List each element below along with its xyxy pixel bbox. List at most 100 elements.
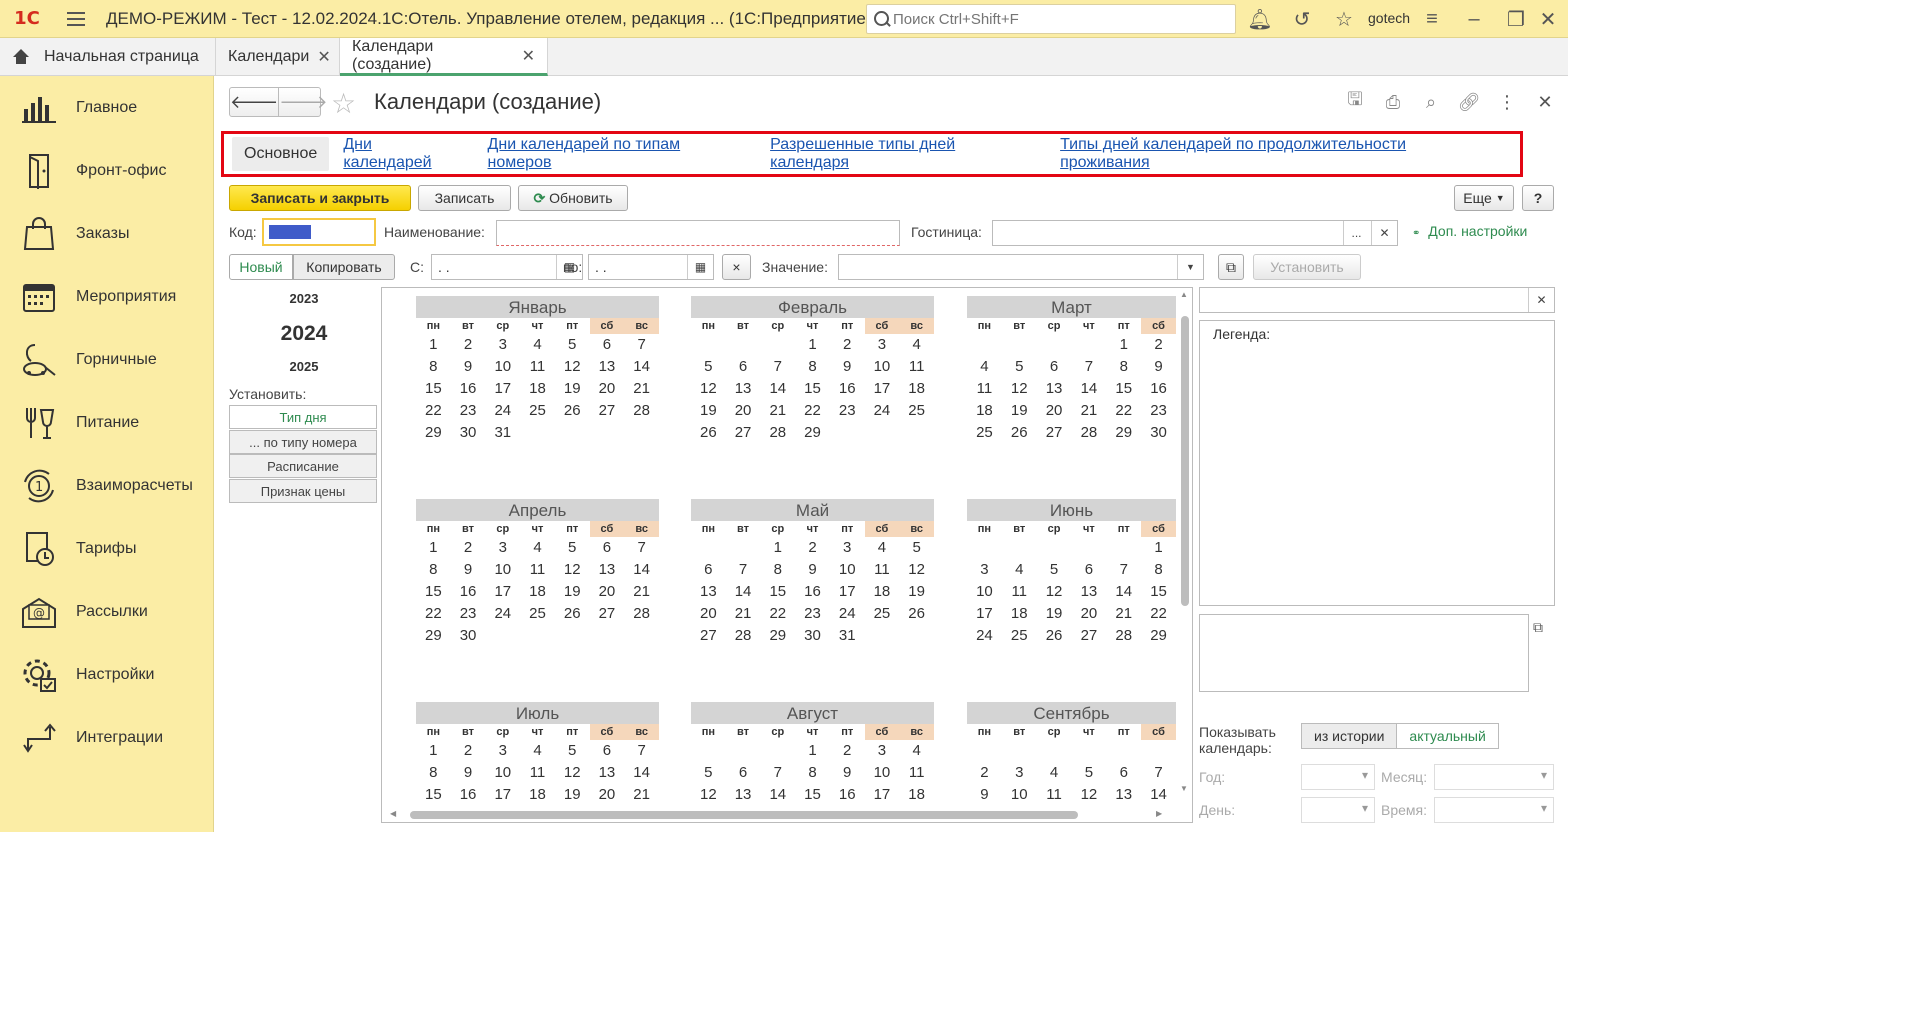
day-cell[interactable]: 14 [1106,581,1141,603]
day-cell[interactable]: 18 [967,400,1002,422]
tab-calendar-days[interactable]: Дни календарей [343,136,463,172]
day-cell[interactable]: 5 [691,762,726,784]
day-cell[interactable]: 21 [1071,400,1106,422]
history-icon[interactable]: ↺ [1282,0,1322,38]
day-cell[interactable]: 2 [830,334,865,356]
day-cell[interactable]: 23 [451,603,486,625]
set-price-flag-button[interactable]: Признак цены [229,479,377,503]
day-select[interactable] [1301,797,1375,823]
clear-dates-button[interactable]: × [722,254,751,280]
select-ellipsis-button[interactable]: ... [1343,221,1369,245]
horizontal-scrollbar[interactable]: ◀ ▶ [382,808,1178,822]
refresh-button[interactable]: ⟳ Обновить [518,185,628,211]
day-cell[interactable]: 30 [451,422,486,444]
day-cell[interactable]: 27 [691,625,726,647]
day-cell[interactable]: 4 [865,537,900,559]
day-cell[interactable]: 17 [485,378,520,400]
sidebar-item-settings[interactable]: Настройки [0,643,213,706]
day-cell[interactable]: 26 [691,422,726,444]
day-cell[interactable]: 26 [899,603,934,625]
day-cell[interactable]: 9 [830,762,865,784]
day-cell[interactable]: 10 [485,356,520,378]
sidebar-item-settlements[interactable]: 1 Взаиморасчеты [0,454,213,517]
day-cell[interactable]: 12 [555,762,590,784]
day-cell[interactable]: 18 [520,378,555,400]
save-disk-icon[interactable]: 🖫 [1344,89,1366,113]
day-cell[interactable]: 25 [967,422,1002,444]
legend-filter-field[interactable]: ✕ [1199,287,1555,313]
day-cell[interactable]: 10 [485,762,520,784]
day-cell[interactable]: 24 [485,603,520,625]
day-cell[interactable]: 5 [555,334,590,356]
day-cell[interactable]: 22 [795,400,830,422]
favorites-star-icon[interactable]: ☆ [1324,0,1364,38]
calendar-picker-icon[interactable]: ▦ [687,255,713,279]
day-cell[interactable]: 11 [520,559,555,581]
search-input[interactable] [893,10,1223,28]
day-cell[interactable]: 20 [691,603,726,625]
day-cell[interactable]: 1 [416,740,451,762]
sidebar-item-housekeeping[interactable]: Горничные [0,328,213,391]
day-cell[interactable]: 25 [1002,625,1037,647]
set-by-room-type-button[interactable]: ... по типу номера [229,430,377,454]
favorite-star-icon[interactable]: ☆ [331,87,356,120]
day-cell[interactable]: 1 [760,537,795,559]
day-cell[interactable]: 25 [520,603,555,625]
clear-icon[interactable]: ✕ [1371,221,1397,245]
day-cell[interactable]: 29 [1106,422,1141,444]
day-cell[interactable]: 22 [1106,400,1141,422]
day-cell[interactable]: 22 [1141,603,1176,625]
day-cell[interactable]: 14 [760,784,795,806]
day-cell[interactable]: 9 [967,784,1002,806]
form-close-icon[interactable]: ✕ [1534,91,1556,113]
day-cell[interactable]: 22 [416,400,451,422]
day-cell[interactable]: 4 [520,537,555,559]
day-cell[interactable]: 29 [760,625,795,647]
day-cell[interactable]: 29 [795,422,830,444]
day-cell[interactable]: 27 [1037,422,1072,444]
day-cell[interactable]: 22 [760,603,795,625]
day-cell[interactable]: 6 [691,559,726,581]
day-cell[interactable]: 15 [416,581,451,603]
day-cell[interactable]: 1 [1141,537,1176,559]
tab-home[interactable]: Начальная страница [0,38,216,76]
day-cell[interactable]: 13 [1071,581,1106,603]
day-cell[interactable]: 20 [1071,603,1106,625]
day-cell[interactable]: 28 [726,625,761,647]
day-cell[interactable]: 2 [967,762,1002,784]
day-cell[interactable]: 16 [830,784,865,806]
day-cell[interactable]: 11 [1037,784,1072,806]
day-cell[interactable]: 9 [451,762,486,784]
day-cell[interactable]: 8 [1141,559,1176,581]
day-cell[interactable]: 14 [1141,784,1176,806]
day-cell[interactable]: 17 [865,378,900,400]
day-cell[interactable]: 8 [416,356,451,378]
help-button[interactable]: ? [1522,185,1554,211]
day-cell[interactable]: 8 [795,762,830,784]
day-cell[interactable]: 10 [967,581,1002,603]
main-menu-button[interactable] [54,0,98,38]
day-cell[interactable]: 4 [1002,559,1037,581]
day-cell[interactable]: 7 [624,740,659,762]
day-cell[interactable]: 9 [451,559,486,581]
day-cell[interactable]: 13 [590,559,625,581]
month-select[interactable] [1434,764,1554,790]
day-cell[interactable]: 14 [726,581,761,603]
day-cell[interactable]: 14 [760,378,795,400]
day-cell[interactable]: 26 [555,400,590,422]
day-cell[interactable]: 1 [1106,334,1141,356]
day-cell[interactable]: 7 [726,559,761,581]
day-cell[interactable]: 5 [555,740,590,762]
day-cell[interactable]: 31 [485,422,520,444]
day-cell[interactable]: 15 [760,581,795,603]
day-cell[interactable]: 5 [555,537,590,559]
day-cell[interactable]: 7 [624,537,659,559]
day-cell[interactable]: 4 [899,740,934,762]
link-icon[interactable]: 🔗︎ [1458,91,1481,113]
day-cell[interactable]: 22 [416,603,451,625]
sidebar-item-food[interactable]: Питание [0,391,213,454]
day-cell[interactable]: 4 [899,334,934,356]
day-cell[interactable]: 18 [865,581,900,603]
day-cell[interactable]: 13 [691,581,726,603]
day-cell[interactable]: 6 [590,334,625,356]
